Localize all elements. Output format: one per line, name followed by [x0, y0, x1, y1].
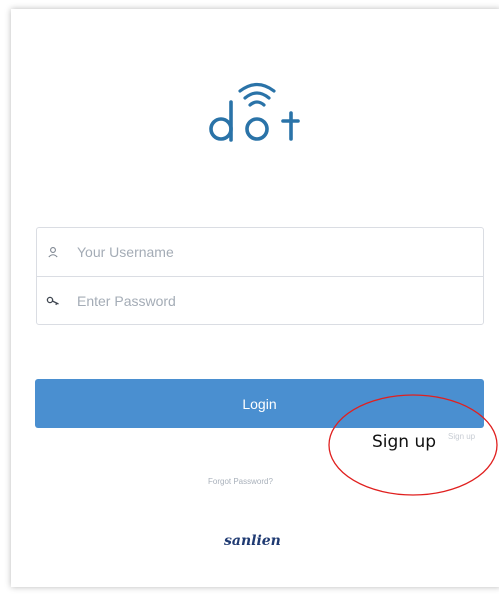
forgot-password-link[interactable]: Forgot Password? [208, 477, 273, 486]
login-button[interactable]: Login [35, 379, 484, 428]
login-form [36, 227, 484, 325]
password-row [37, 277, 483, 325]
dot-logo [199, 69, 311, 149]
username-row [37, 228, 483, 277]
annotation-label: Sign up [372, 432, 437, 452]
key-icon [45, 293, 61, 309]
password-input[interactable] [77, 293, 437, 309]
signup-link[interactable]: Sign up [448, 432, 475, 441]
brand-logo: sanlien [224, 533, 281, 549]
user-icon [45, 244, 61, 260]
username-input[interactable] [77, 244, 437, 260]
